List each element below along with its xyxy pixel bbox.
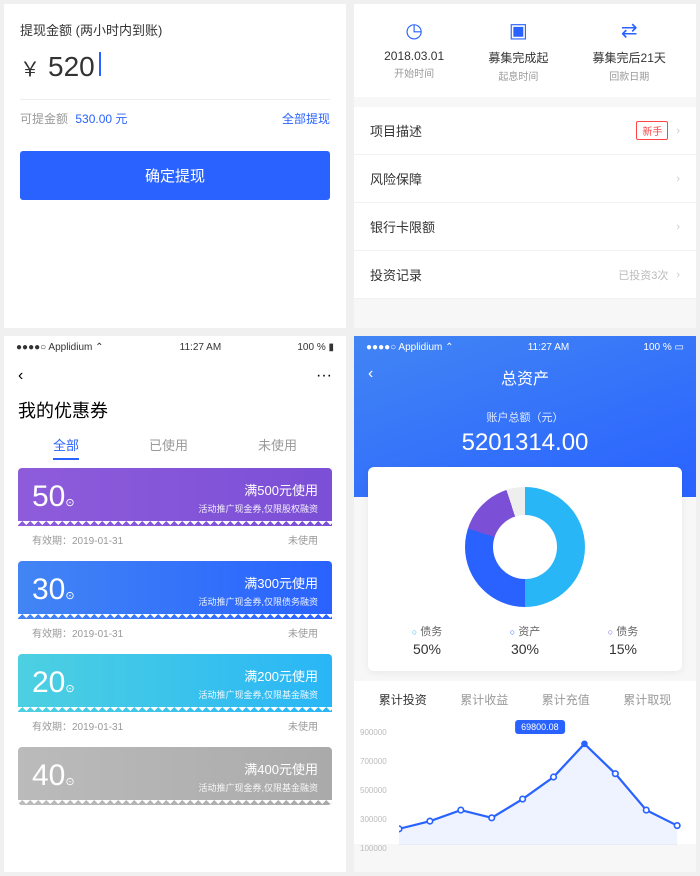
- withdraw-screen: 提现金额 (两小时内到账) ￥ 520 可提金额 530.00 元 全部提现 确…: [4, 4, 346, 328]
- tab-unused[interactable]: 未使用: [258, 435, 297, 460]
- project-info-screen: ◷ 2018.03.01 开始时间 ▣ 募集完成起 起息时间 ⇄ 募集完后21天…: [354, 4, 696, 328]
- tab-used[interactable]: 已使用: [149, 435, 188, 460]
- dot-icon: ○: [608, 627, 613, 637]
- chevron-right-icon: ›: [676, 221, 680, 233]
- coupon-condition: 满500元使用: [198, 480, 318, 499]
- withdraw-all-link[interactable]: 全部提现: [282, 110, 330, 127]
- calendar-icon: ▣: [488, 18, 548, 43]
- yen-symbol: ￥: [20, 53, 40, 82]
- chart-tabs: 累计投资 累计收益 累计充值 累计取现: [354, 681, 696, 714]
- tab-all[interactable]: 全部: [53, 435, 79, 460]
- clock-icon: ◷: [384, 18, 444, 43]
- tab-deposit[interactable]: 累计充值: [542, 691, 590, 708]
- dot-icon: ○: [412, 627, 417, 637]
- coupon-footer: 有效期：2019-01-31未使用: [18, 619, 332, 650]
- back-button[interactable]: ‹: [18, 367, 23, 385]
- back-button[interactable]: ‹: [368, 365, 373, 383]
- info-col-0: ◷ 2018.03.01 开始时间: [384, 18, 444, 83]
- coupon-item[interactable]: 40⊙ 满400元使用 活动推广现金券,仅限基金融资: [18, 747, 332, 805]
- page-title: 我的优惠券: [4, 393, 346, 435]
- coupon-list: 50⊙ 满500元使用 活动推广现金券,仅限股权融资 有效期：2019-01-3…: [4, 468, 346, 809]
- tab-invest[interactable]: 累计投资: [379, 691, 427, 708]
- page-title: ‹ 总资产: [354, 359, 696, 409]
- coupon-top: 30⊙ 满300元使用 活动推广现金券,仅限债务融资: [18, 561, 332, 619]
- legend-2: ○债务 15%: [608, 623, 638, 657]
- coupon-footer: 有效期：2019-01-31未使用: [18, 712, 332, 743]
- info-col-2: ⇄ 募集完后21天 回款日期: [593, 18, 666, 83]
- legend-0: ○债务 50%: [412, 623, 442, 657]
- y-axis: 900000 700000 500000 300000 100000: [360, 728, 387, 853]
- coupon-top: 20⊙ 满200元使用 活动推广现金券,仅限基金融资: [18, 654, 332, 712]
- donut-chart: [465, 487, 585, 607]
- available-label: 可提金额 530.00 元: [20, 110, 127, 127]
- coupon-condition: 满200元使用: [198, 666, 318, 685]
- total-label: 账户总额（元）: [354, 409, 696, 425]
- line-chart: 69800.08 900000 700000 500000 300000 100…: [354, 714, 696, 844]
- tab-income[interactable]: 累计收益: [460, 691, 508, 708]
- row-risk[interactable]: 风险保障 ›: [354, 155, 696, 203]
- coupon-amount: 30⊙: [32, 573, 75, 607]
- detail-list: 项目描述 新手› 风险保障 › 银行卡限额 › 投资记录 已投资3次›: [354, 107, 696, 299]
- zigzag-divider: [18, 800, 332, 805]
- coupon-amount: 20⊙: [32, 666, 75, 700]
- chevron-right-icon: ›: [676, 269, 680, 281]
- info-columns: ◷ 2018.03.01 开始时间 ▣ 募集完成起 起息时间 ⇄ 募集完后21天…: [354, 4, 696, 97]
- zigzag-divider: [18, 707, 332, 712]
- coupon-item[interactable]: 20⊙ 满200元使用 活动推广现金券,仅限基金融资 有效期：2019-01-3…: [18, 654, 332, 743]
- available-row: 可提金额 530.00 元 全部提现: [20, 110, 330, 127]
- return-icon: ⇄: [593, 18, 666, 43]
- coupon-footer: 有效期：2019-01-31未使用: [18, 526, 332, 557]
- amount-value: 520: [48, 51, 95, 83]
- assets-screen: ●●●●○ Applidium ⌃ 11:27 AM 100 % ▭ ‹ 总资产…: [354, 336, 696, 873]
- zigzag-divider: [18, 614, 332, 619]
- cursor: [99, 52, 101, 76]
- total-amount: 5201314.00: [354, 429, 696, 457]
- more-button[interactable]: ···: [316, 367, 332, 385]
- divider: [20, 99, 330, 100]
- line-chart-svg: [399, 724, 686, 845]
- coupon-amount: 50⊙: [32, 480, 75, 514]
- nav-bar: ‹ ···: [4, 359, 346, 393]
- chevron-right-icon: ›: [676, 125, 680, 137]
- confirm-withdraw-button[interactable]: 确定提现: [20, 151, 330, 200]
- zigzag-divider: [18, 521, 332, 526]
- row-invest-record[interactable]: 投资记录 已投资3次›: [354, 251, 696, 299]
- row-bank-limit[interactable]: 银行卡限额 ›: [354, 203, 696, 251]
- coupon-tabs: 全部 已使用 未使用: [4, 435, 346, 468]
- coupon-amount: 40⊙: [32, 759, 75, 793]
- donut-card: ○债务 50% ○资产 30% ○债务 15%: [368, 467, 682, 671]
- status-bar: ●●●●○ Applidium ⌃ 11:27 AM 100 % ▭: [354, 336, 696, 359]
- coupon-top: 50⊙ 满500元使用 活动推广现金券,仅限股权融资: [18, 468, 332, 526]
- withdraw-label: 提现金额 (两小时内到账): [20, 20, 330, 39]
- tab-withdraw[interactable]: 累计取现: [623, 691, 671, 708]
- amount-input[interactable]: ￥ 520: [20, 51, 330, 83]
- coupon-desc: 活动推广现金券,仅限股权融资: [198, 502, 318, 515]
- status-bar: ●●●●○ Applidium ⌃ 11:27 AM 100 % ▮: [4, 336, 346, 359]
- coupon-condition: 满300元使用: [198, 573, 318, 592]
- newbie-badge: 新手: [636, 121, 668, 140]
- coupon-top: 40⊙ 满400元使用 活动推广现金券,仅限基金融资: [18, 747, 332, 805]
- coupon-desc: 活动推广现金券,仅限基金融资: [198, 781, 318, 794]
- coupon-condition: 满400元使用: [198, 759, 318, 778]
- chevron-right-icon: ›: [676, 173, 680, 185]
- coupon-desc: 活动推广现金券,仅限基金融资: [198, 688, 318, 701]
- info-col-1: ▣ 募集完成起 起息时间: [488, 18, 548, 83]
- dot-icon: ○: [510, 627, 515, 637]
- row-project-desc[interactable]: 项目描述 新手›: [354, 107, 696, 155]
- coupon-item[interactable]: 30⊙ 满300元使用 活动推广现金券,仅限债务融资 有效期：2019-01-3…: [18, 561, 332, 650]
- legend: ○债务 50% ○资产 30% ○债务 15%: [378, 623, 672, 657]
- coupons-screen: ●●●●○ Applidium ⌃ 11:27 AM 100 % ▮ ‹ ···…: [4, 336, 346, 873]
- legend-1: ○资产 30%: [510, 623, 540, 657]
- coupon-desc: 活动推广现金券,仅限债务融资: [198, 595, 318, 608]
- coupon-item[interactable]: 50⊙ 满500元使用 活动推广现金券,仅限股权融资 有效期：2019-01-3…: [18, 468, 332, 557]
